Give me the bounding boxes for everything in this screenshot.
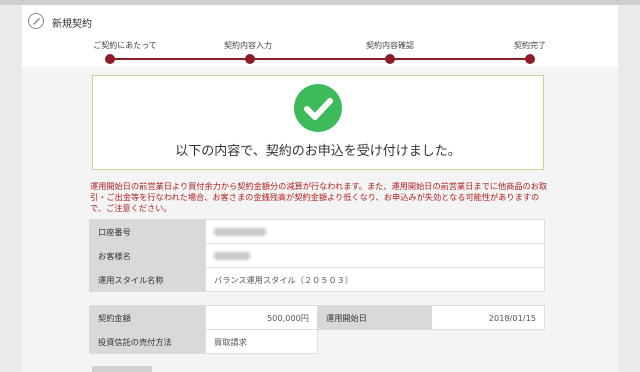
- account-number-value: [205, 219, 545, 244]
- contract-pen-icon: [28, 13, 44, 29]
- step-dot-input: [245, 54, 255, 64]
- step-label-complete: 契約完了: [514, 41, 546, 50]
- table-row: 契約金額 500,000円 運用開始日 2018/01/15: [89, 305, 545, 330]
- progress-line: [110, 58, 530, 60]
- sell-method-value: 買取請求: [205, 329, 318, 354]
- step-dot-confirm: [385, 54, 395, 64]
- step-dot-complete: [525, 54, 535, 64]
- amount-value: 500,000円: [205, 305, 318, 330]
- cut-off-section-heading: [92, 366, 152, 372]
- page-title: 新規契約: [52, 19, 92, 30]
- style-name-value: バランス運用スタイル（２０５０３）: [205, 267, 545, 292]
- redacted-account-number: [214, 228, 266, 236]
- table-row: 投資信託の売付方法 買取請求: [89, 329, 545, 354]
- table-row: お客様名: [89, 243, 545, 268]
- check-icon: [294, 84, 342, 132]
- start-date-label: 運用開始日: [317, 305, 432, 330]
- account-info-table: 口座番号 お客様名 運用スタイル名称 バランス運用スタイル（２０５０３）: [89, 219, 545, 292]
- step-label-intro: ご契約にあたって: [93, 41, 157, 50]
- step-label-input: 契約内容入力: [224, 41, 272, 50]
- step-dot-intro: [105, 54, 115, 64]
- warning-notice: 運用開始日の前営業日より買付余力から契約金額分の減算が行なわれます。また、運用開…: [90, 181, 548, 213]
- progress-steps: ご契約にあたって 契約内容入力 契約内容確認 契約完了: [88, 40, 546, 64]
- start-date-value: 2018/01/15: [431, 305, 545, 330]
- amount-label: 契約金額: [89, 305, 206, 330]
- contract-details-table: 契約金額 500,000円 運用開始日 2018/01/15 投資信託の売付方法…: [89, 305, 545, 354]
- customer-name-value: [205, 243, 545, 268]
- style-name-label: 運用スタイル名称: [89, 267, 206, 292]
- table-row: 口座番号: [89, 219, 545, 244]
- completion-message: 以下の内容で、契約のお申込を受け付けました。: [175, 144, 461, 159]
- customer-name-label: お客様名: [89, 243, 206, 268]
- account-number-label: 口座番号: [89, 219, 206, 244]
- redacted-customer-name: [214, 252, 250, 260]
- sell-method-label: 投資信託の売付方法: [89, 329, 206, 354]
- table-row: 運用スタイル名称 バランス運用スタイル（２０５０３）: [89, 267, 545, 292]
- step-label-confirm: 契約内容確認: [366, 41, 414, 50]
- completion-box: 以下の内容で、契約のお申込を受け付けました。: [92, 75, 544, 170]
